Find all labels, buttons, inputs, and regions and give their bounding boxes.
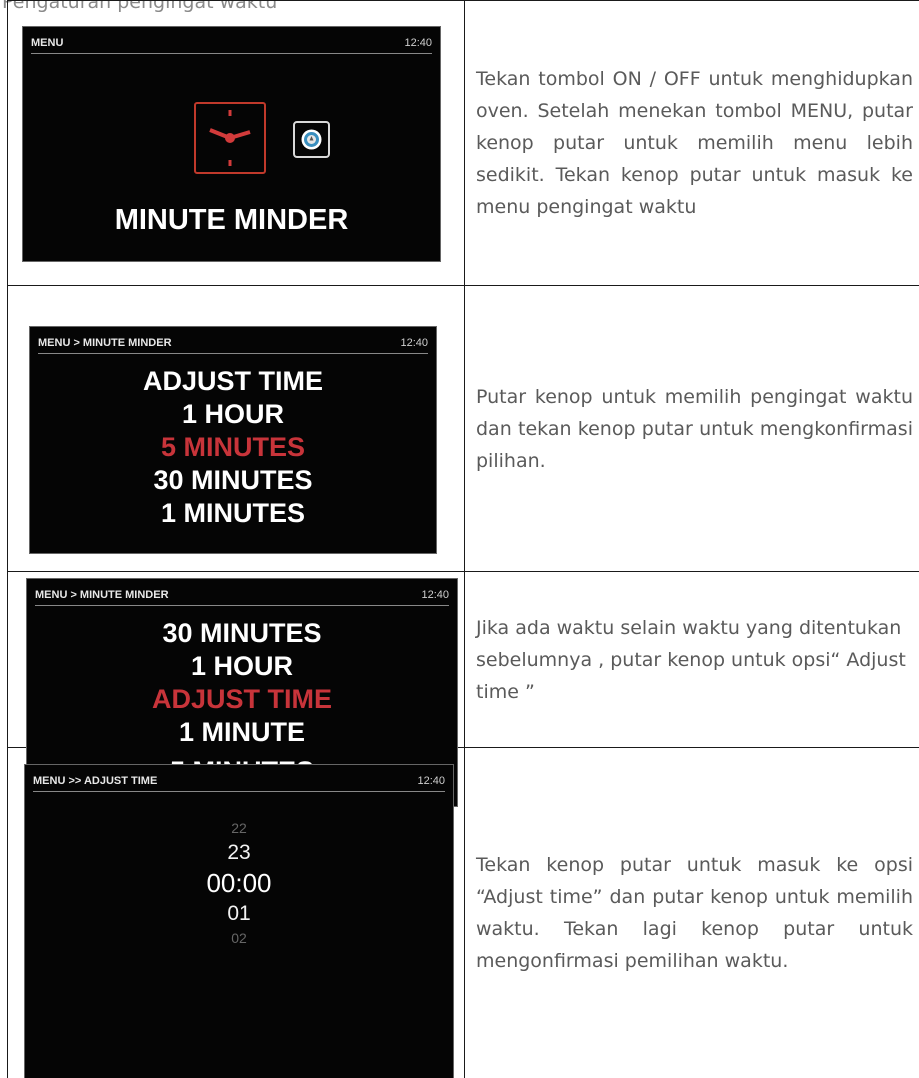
time-value-faded: 22 [25,817,453,839]
menu-option-selected: ADJUST TIME [27,683,457,716]
screen-header: MENU > MINUTE MINDER 12:40 [35,587,449,606]
time-picker: 22 23 00:00 01 02 [25,817,453,947]
menu-option: 1 MINUTES [30,497,436,530]
oven-display-screen: MENU > MINUTE MINDER 12:40 ADJUST TIME 1… [29,326,437,554]
menu-option: 1 HOUR [27,650,457,683]
menu-option: ADJUST TIME [30,365,436,398]
clock-time: 12:40 [421,589,449,601]
option-list: ADJUST TIME 1 HOUR 5 MINUTES 30 MINUTES … [30,365,436,530]
clock-icon [194,102,266,174]
clock-time: 12:40 [417,775,445,787]
menu-option-selected: 5 MINUTES [30,431,436,464]
oven-display-screen: MENU 12:40 [22,26,441,262]
instruction-row: MENU 12:40 [8,1,919,286]
breadcrumb: MENU >> ADJUST TIME [33,775,157,787]
instruction-row: MENU > MINUTE MINDER 12:40 30 MINUTES 1 … [8,572,919,748]
clock-time: 12:40 [400,337,428,349]
timer-icon [293,121,330,158]
menu-option: 1 HOUR [30,398,436,431]
screen-cell: MENU >> ADJUST TIME 12:40 22 23 00:00 01… [8,748,465,1078]
time-value: 23 [25,839,453,867]
step-description: Tekan kenop putar untuk masuk ke opsi “A… [465,849,919,977]
oven-display-screen: MENU >> ADJUST TIME 12:40 22 23 00:00 01… [24,764,454,1078]
screen-cell: MENU > MINUTE MINDER 12:40 30 MINUTES 1 … [8,572,465,748]
time-value-faded: 02 [25,929,453,947]
description-cell: Jika ada waktu selain waktu yang ditentu… [465,572,919,748]
breadcrumb: MENU > MINUTE MINDER [38,337,172,349]
screen-header: MENU 12:40 [31,35,432,54]
description-cell: Tekan tombol ON / OFF untuk menghidupkan… [465,1,919,286]
instruction-row: MENU >> ADJUST TIME 12:40 22 23 00:00 01… [8,748,919,1078]
screen-header: MENU >> ADJUST TIME 12:40 [33,773,445,792]
clock-time: 12:40 [404,37,432,49]
screen-cell: MENU > MINUTE MINDER 12:40 ADJUST TIME 1… [8,286,465,572]
time-value-selected: 00:00 [25,867,453,899]
menu-option: 30 MINUTES [27,617,457,650]
step-description: Putar kenop untuk memilih pengingat wakt… [465,381,919,477]
menu-option: 30 MINUTES [30,464,436,497]
breadcrumb: MENU [31,37,63,49]
screen-cell: MENU 12:40 [8,1,465,286]
description-cell: Tekan kenop putar untuk masuk ke opsi “A… [465,748,919,1078]
menu-title: MINUTE MINDER [23,204,440,237]
instruction-row: MENU > MINUTE MINDER 12:40 ADJUST TIME 1… [8,286,919,572]
step-description: Tekan tombol ON / OFF untuk menghidupkan… [465,63,919,223]
time-value: 01 [25,899,453,929]
description-cell: Putar kenop untuk memilih pengingat wakt… [465,286,919,572]
breadcrumb: MENU > MINUTE MINDER [35,589,169,601]
screen-header: MENU > MINUTE MINDER 12:40 [38,335,428,354]
menu-option: 1 MINUTE [27,716,457,749]
instruction-table: MENU 12:40 [7,0,919,1078]
step-description: Jika ada waktu selain waktu yang ditentu… [465,612,919,708]
